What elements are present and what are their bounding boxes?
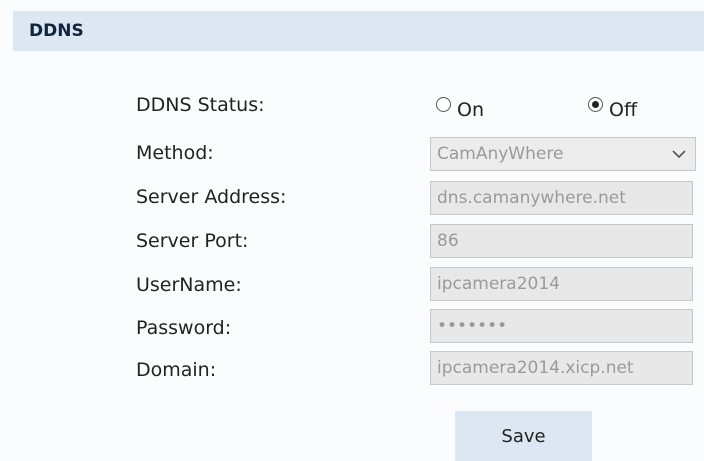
radio-on[interactable]: On: [436, 92, 484, 122]
ddns-settings-panel: DDNS DDNS Status: On Off Method: CamAnyW…: [0, 0, 704, 461]
domain-label: Domain:: [136, 359, 217, 381]
domain-field[interactable]: [430, 351, 693, 385]
save-button[interactable]: Save: [455, 411, 592, 461]
server-address-field[interactable]: [430, 181, 693, 215]
server-address-label: Server Address:: [136, 186, 287, 208]
method-label: Method:: [136, 142, 214, 164]
method-select-value: CamAnyWhere: [437, 144, 564, 164]
radio-on-circle[interactable]: [436, 96, 451, 112]
section-header: DDNS: [13, 11, 704, 51]
radio-on-label: On: [457, 99, 484, 121]
ddns-status-label: DDNS Status:: [136, 94, 265, 116]
server-port-field[interactable]: [430, 224, 693, 258]
method-select[interactable]: CamAnyWhere: [430, 137, 696, 171]
username-label: UserName:: [136, 274, 242, 296]
username-field[interactable]: [430, 267, 693, 301]
radio-off-circle[interactable]: [588, 96, 603, 112]
password-field[interactable]: [430, 309, 693, 343]
radio-off[interactable]: Off: [588, 92, 637, 122]
password-label: Password:: [136, 317, 232, 339]
server-port-label: Server Port:: [136, 230, 249, 252]
radio-off-label: Off: [609, 99, 638, 121]
chevron-down-icon: [672, 150, 686, 159]
section-title: DDNS: [29, 21, 84, 41]
